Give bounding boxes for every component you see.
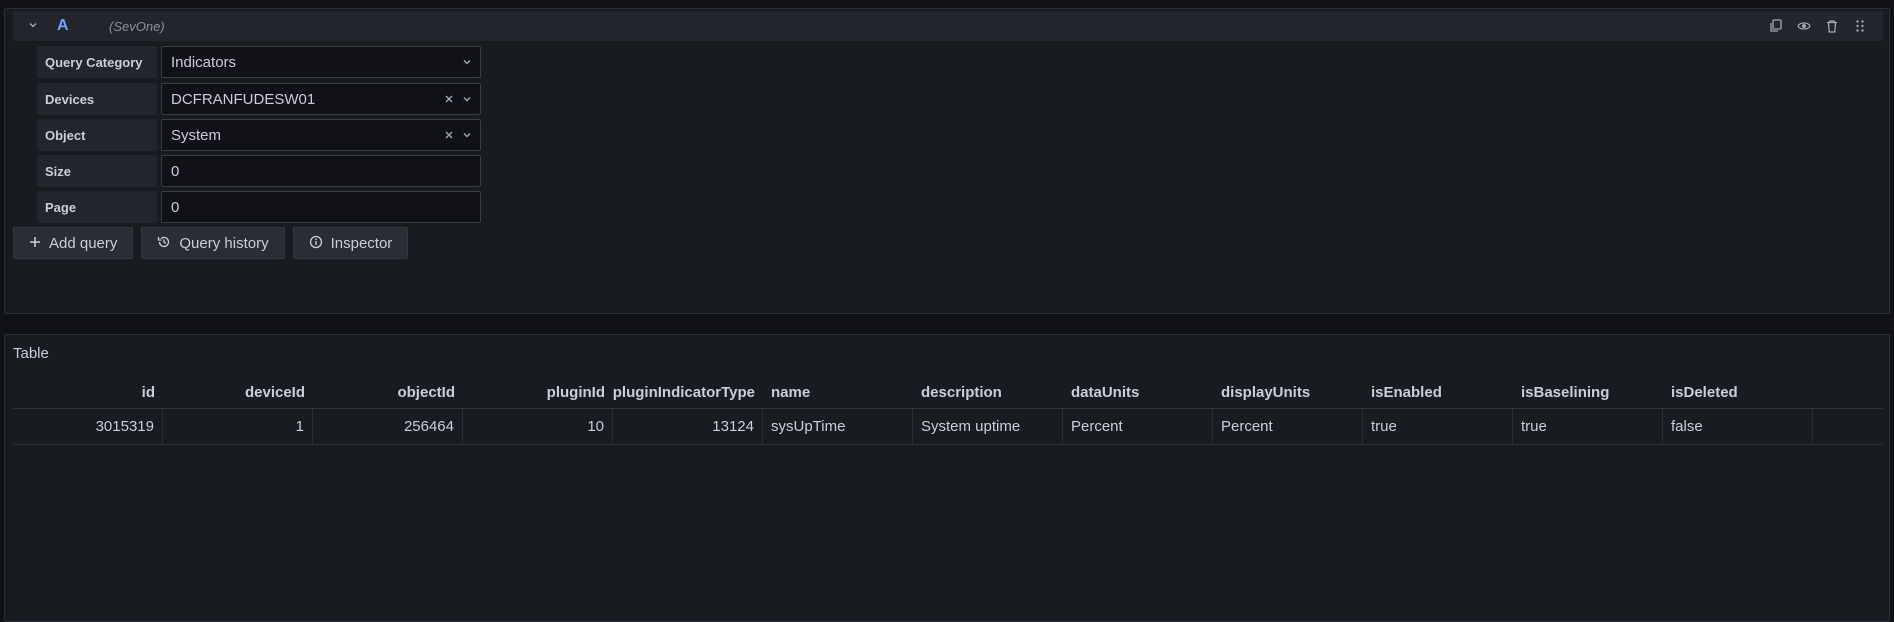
field-row-query-category: Query Category Indicators	[37, 46, 481, 78]
chevron-down-icon[interactable]	[462, 128, 472, 143]
table-cell: System uptime	[913, 409, 1063, 444]
add-query-button[interactable]: Add query	[13, 227, 134, 259]
query-history-label: Query history	[179, 234, 269, 252]
table-panel: Table id deviceId objectId pluginId plug…	[4, 334, 1890, 622]
field-label: Object	[37, 119, 157, 151]
table-cell: 3015319	[13, 409, 163, 444]
query-header[interactable]: A (SevOne)	[13, 11, 1883, 41]
table-cell: true	[1363, 409, 1513, 444]
inspector-button[interactable]: Inspector	[292, 227, 409, 259]
column-header-isdeleted[interactable]: isDeleted	[1663, 377, 1813, 408]
page-input[interactable]: 0	[161, 191, 481, 223]
drag-handle-icon[interactable]	[1853, 19, 1867, 33]
table-header-row: id deviceId objectId pluginId pluginIndi…	[13, 377, 1883, 409]
eye-icon[interactable]	[1797, 19, 1811, 33]
add-query-label: Add query	[49, 234, 118, 252]
column-header-isbaselining[interactable]: isBaselining	[1513, 377, 1663, 408]
devices-select[interactable]: DCFRANFUDESW01	[161, 83, 481, 115]
query-actions: Add query Query history Inspector	[13, 227, 409, 259]
table-cell: Percent	[1063, 409, 1213, 444]
info-icon	[309, 235, 323, 252]
table-cell: sysUpTime	[763, 409, 913, 444]
column-header-name[interactable]: name	[763, 377, 913, 408]
chevron-down-icon[interactable]	[462, 92, 472, 107]
datasource-name: (SevOne)	[109, 18, 165, 34]
table-cell: 256464	[313, 409, 463, 444]
close-icon[interactable]	[444, 128, 454, 143]
collapse-chevron-icon[interactable]	[21, 19, 45, 33]
field-value: 0	[171, 162, 180, 180]
data-table: id deviceId objectId pluginId pluginIndi…	[13, 377, 1883, 445]
table-cell: 10	[463, 409, 613, 444]
object-select[interactable]: System	[161, 119, 481, 151]
field-row-object: Object System	[37, 119, 481, 151]
field-label: Size	[37, 155, 157, 187]
column-header-pluginindicatortype[interactable]: pluginIndicatorType	[613, 377, 763, 408]
query-category-select[interactable]: Indicators	[161, 46, 481, 78]
field-label: Devices	[37, 83, 157, 115]
trash-icon[interactable]	[1825, 19, 1839, 33]
field-row-page: Page 0	[37, 191, 481, 223]
close-icon[interactable]	[444, 92, 454, 107]
inspector-label: Inspector	[330, 234, 393, 252]
column-header-pluginid[interactable]: pluginId	[463, 377, 613, 408]
field-row-devices: Devices DCFRANFUDESW01	[37, 83, 481, 115]
table-cell: Percent	[1213, 409, 1363, 444]
table-cell: true	[1513, 409, 1663, 444]
table-cell: 1	[163, 409, 313, 444]
field-label: Query Category	[37, 46, 157, 78]
column-header-id[interactable]: id	[13, 377, 163, 408]
column-header-isenabled[interactable]: isEnabled	[1363, 377, 1513, 408]
chevron-down-icon[interactable]	[462, 55, 472, 70]
column-header-deviceid[interactable]: deviceId	[163, 377, 313, 408]
query-ref-id[interactable]: A	[57, 17, 97, 35]
field-value: System	[171, 126, 222, 144]
copy-icon[interactable]	[1769, 19, 1783, 33]
query-history-button[interactable]: Query history	[141, 227, 285, 259]
panel-title: Table	[13, 345, 49, 362]
column-header-dataunits[interactable]: dataUnits	[1063, 377, 1213, 408]
field-label: Page	[37, 191, 157, 223]
query-editor: A (SevOne) Query Category Indicators Dev…	[4, 8, 1890, 314]
column-header-displayunits[interactable]: displayUnits	[1213, 377, 1363, 408]
field-value: 0	[171, 198, 180, 216]
plus-icon	[29, 235, 41, 251]
table-cell: false	[1663, 409, 1813, 444]
table-row: 3015319 1 256464 10 13124 sysUpTime Syst…	[13, 409, 1883, 445]
size-input[interactable]: 0	[161, 155, 481, 187]
field-value: DCFRANFUDESW01	[171, 90, 316, 108]
table-cell: 13124	[613, 409, 763, 444]
field-value: Indicators	[171, 53, 237, 71]
column-header-objectid[interactable]: objectId	[313, 377, 463, 408]
column-header-description[interactable]: description	[913, 377, 1063, 408]
history-icon	[157, 235, 171, 252]
field-row-size: Size 0	[37, 155, 481, 187]
